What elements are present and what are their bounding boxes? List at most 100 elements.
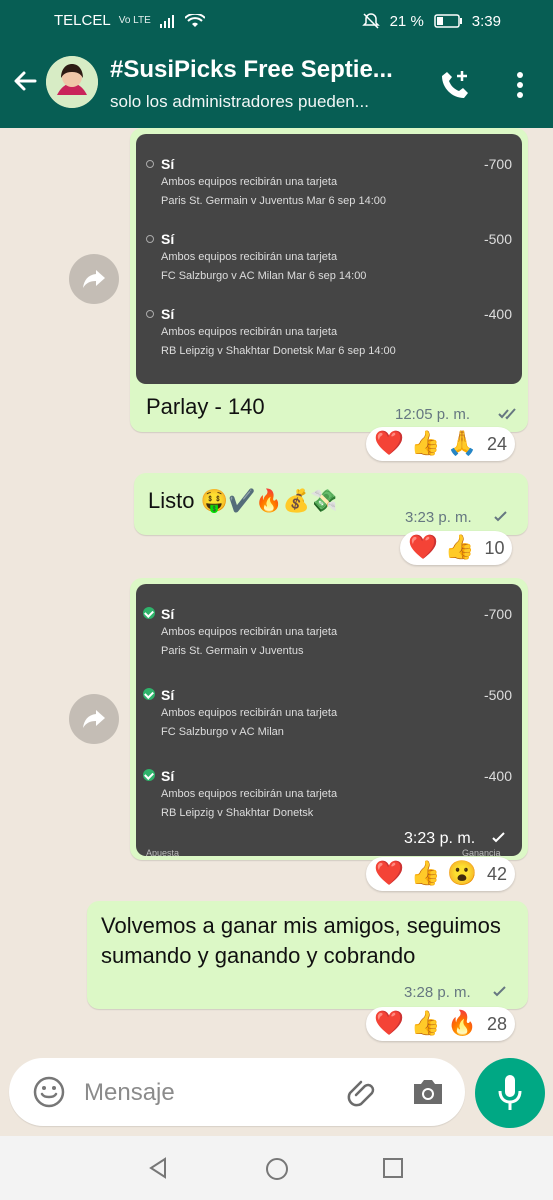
selection-dot-icon [146,235,154,243]
group-title[interactable]: #SusiPicks Free Septie... [110,56,430,84]
forward-icon [83,270,105,288]
bet-description: Ambos equipos recibirán una tarjeta [161,326,338,338]
bet-title: Sí [161,231,175,247]
bet-match: Paris St. Germain v Juventus Mar 6 sep 1… [161,195,386,207]
reaction-count: 42 [486,863,508,884]
nav-back-icon[interactable] [146,1156,170,1180]
android-nav-bar [0,1136,553,1200]
back-button[interactable] [10,66,40,96]
sent-check-icon [494,511,507,522]
bet-odds: -500 [483,231,512,247]
bet-odds: -400 [483,306,512,322]
group-subtitle: solo los administradores pueden... [110,92,369,111]
sent-check-icon [493,986,506,997]
reaction-count: 24 [486,433,508,454]
bet-odds: -700 [483,156,512,172]
bet-description: Ambos equipos recibirán una tarjeta [161,251,338,263]
message-time: 3:28 p. m. [404,984,471,1001]
message-input[interactable]: Mensaje [84,1079,175,1107]
reaction-emojis: ❤️ 👍 🙏 [374,430,477,457]
bet-row: Sí -500 Ambos equipos recibirán una tarj… [146,231,512,301]
bet-title: Sí [161,606,175,622]
won-check-icon [143,607,155,619]
reaction-count: 10 [484,537,505,558]
message-time: 3:23 p. m. [405,509,472,526]
message-composer: Mensaje [9,1058,465,1126]
forward-button[interactable] [69,694,119,744]
back-arrow-icon [14,71,37,91]
bet-description: Ambos equipos recibirán una tarjeta [161,707,338,719]
add-call-icon [442,71,468,98]
more-vert-icon [517,72,523,98]
bet-match: RB Leipzig v Shakhtar Donetsk Mar 6 sep … [161,345,396,357]
voice-message-button[interactable] [475,1058,545,1128]
reaction-emojis: ❤️ 👍 🔥 [374,1010,477,1037]
parlay-caption: Parlay - 140 [146,394,265,419]
chat-area: Sí -700 Ambos equipos recibirán una tarj… [0,128,553,1058]
battery-icon [434,14,462,28]
bet-match: RB Leipzig v Shakhtar Donetsk [161,807,314,819]
won-check-icon [143,769,155,781]
message-bubble-fourth: Volvemos a ganar mis amigos, seguimos su… [87,901,528,1009]
forward-icon [83,710,105,728]
volte-label: Vo LTE [118,14,151,26]
forward-button[interactable] [69,254,119,304]
reaction-count: 28 [486,1013,508,1034]
group-avatar[interactable] [46,56,98,108]
message-time: 12:05 p. m. [395,406,471,423]
clock: 3:39 [471,12,501,30]
bet-row: Sí -700 Ambos equipos recibirán una tarj… [143,606,512,676]
bet-row: Sí -500 Ambos equipos recibirán una tarj… [143,687,512,757]
bet-row: Sí -400 Ambos equipos recibirán una tarj… [146,306,512,376]
bet-match: FC Salzburgo v AC Milan [161,726,284,738]
message-text: Volvemos a ganar mis amigos, seguimos su… [101,913,501,968]
reactions-pill[interactable]: ❤️ 👍 🙏 24 [366,427,516,461]
carrier-label: TELCEL [54,12,111,29]
bet-title: Sí [161,768,175,784]
bet-title: Sí [161,687,175,703]
avatar-icon [46,56,98,108]
mic-icon [498,1075,522,1110]
bet-title: Sí [161,306,175,322]
chat-header: #SusiPicks Free Septie... solo los admin… [0,42,553,128]
message-bubble-first: Sí -700 Ambos equipos recibirán una tarj… [130,128,528,432]
nav-recents-icon[interactable] [381,1156,405,1180]
message-bubble-second: Listo 🤑✔️🔥💰💸 3:23 p. m. [134,473,528,535]
reactions-pill[interactable]: ❤️ 👍 😮 42 [366,857,516,891]
reactions-pill[interactable]: ❤️ 👍 10 [400,531,513,565]
bet-odds: -400 [483,768,512,784]
selection-dot-icon [146,160,154,168]
bet-row: Sí -700 Ambos equipos recibirán una tarj… [146,156,512,226]
reaction-emojis: ❤️ 👍 😮 [374,860,477,887]
image-time: 3:23 p. m. [404,830,476,847]
bet-row: Sí -400 Ambos equipos recibirán una tarj… [143,768,512,838]
bet-title: Sí [161,156,175,172]
read-receipt-icon [498,408,516,420]
emoji-icon[interactable] [33,1076,65,1108]
status-bar: TELCEL Vo LTE 21 % 3:39 [0,0,553,42]
status-left: TELCEL Vo LTE [54,12,205,29]
bet-match: Paris St. Germain v Juventus [161,645,304,657]
message-bubble-third: Sí -700 Ambos equipos recibirán una tarj… [130,578,528,860]
more-options-button[interactable] [510,68,530,102]
bet-footer-right: Ganancia [462,848,501,856]
bet-description: Ambos equipos recibirán una tarjeta [161,626,338,638]
third-bet-image[interactable]: Sí -700 Ambos equipos recibirán una tarj… [136,584,522,856]
bet-footer-left: Apuesta [146,848,180,856]
first-bet-image[interactable]: Sí -700 Ambos equipos recibirán una tarj… [136,134,522,384]
bet-odds: -700 [483,606,512,622]
wifi-icon [184,13,205,27]
reactions-pill[interactable]: ❤️ 👍 🔥 28 [366,1007,516,1041]
add-call-button[interactable] [438,68,472,102]
won-check-icon [143,688,155,700]
bet-description: Ambos equipos recibirán una tarjeta [161,788,338,800]
message-text: Listo 🤑✔️🔥💰💸 [148,488,338,513]
nav-home-icon[interactable] [264,1156,290,1182]
selection-dot-icon [146,310,154,318]
signal-icon [159,14,174,28]
sent-check-icon [492,832,505,843]
muted-bell-icon [361,13,380,29]
bet-odds: -500 [483,687,512,703]
attachment-icon[interactable] [345,1076,379,1110]
camera-icon[interactable] [411,1076,445,1108]
